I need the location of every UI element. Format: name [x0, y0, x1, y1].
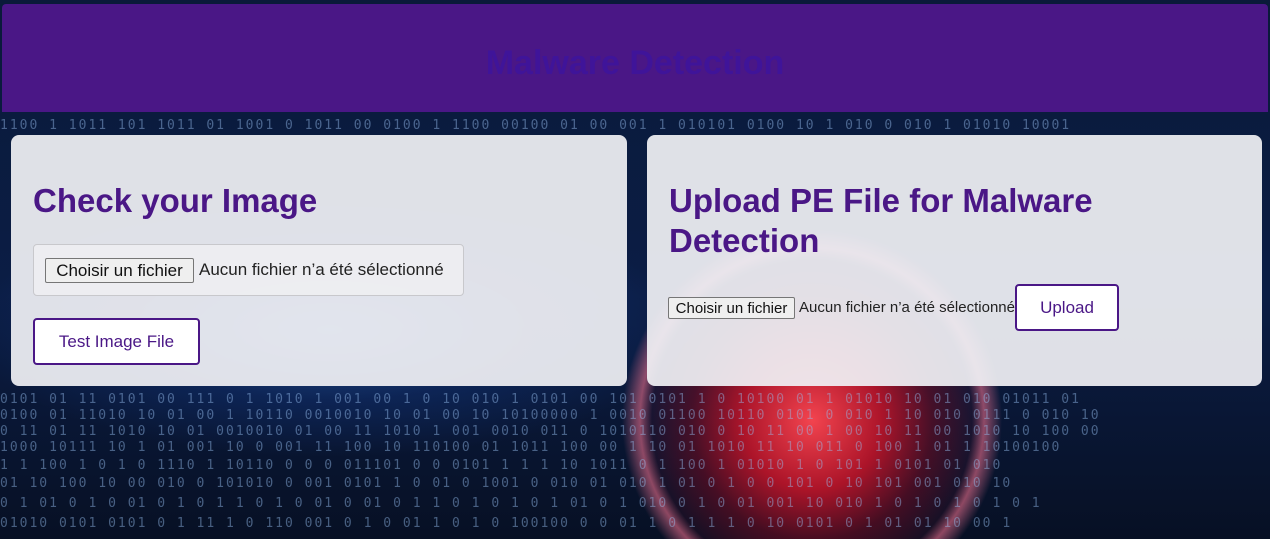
- test-image-file-button[interactable]: Test Image File: [33, 318, 200, 365]
- upload-button[interactable]: Upload: [1015, 284, 1119, 331]
- binary-row-9: 01010 0101 0101 0 1 11 1 0 110 001 0 1 0…: [0, 516, 1013, 531]
- image-check-card: Check your Image Choisir un fichier Aucu…: [11, 135, 627, 386]
- pe-card-title: Upload PE File for Malware Detection: [669, 182, 1093, 259]
- image-file-status: Aucun fichier n’a été sélectionné: [199, 260, 444, 279]
- image-file-input[interactable]: Choisir un fichier Aucun fichier n’a été…: [33, 244, 464, 296]
- page-title: Malware Detection: [485, 44, 785, 82]
- image-card-title: Check your Image: [33, 182, 318, 219]
- binary-row-2: 0101 01 11 0101 00 111 0 1 1010 1 001 00…: [0, 392, 1081, 407]
- pe-upload-card: Upload PE File for Malware Detection Cho…: [647, 135, 1262, 386]
- binary-row-6: 1 1 100 1 0 1 0 1110 1 10110 0 0 0 01110…: [0, 458, 1003, 473]
- binary-row-1: 1100 1 1011 101 1011 01 1001 0 1011 00 0…: [0, 118, 1072, 133]
- binary-row-4: 0 11 01 11 1010 10 01 0010010 01 00 11 1…: [0, 424, 1101, 439]
- binary-row-5: 1000 10111 10 1 01 001 10 0 001 11 100 1…: [0, 440, 1062, 455]
- binary-row-8: 0 1 01 0 1 0 01 0 1 0 1 1 0 1 0 01 0 01 …: [0, 496, 1042, 511]
- binary-row-7: 01 10 100 10 00 010 0 101010 0 001 0101 …: [0, 476, 1013, 491]
- page-header: Malware Detection: [2, 4, 1268, 112]
- choose-image-file-button[interactable]: Choisir un fichier: [45, 258, 194, 283]
- choose-pe-file-button[interactable]: Choisir un fichier: [668, 297, 795, 319]
- pe-file-status: Aucun fichier n’a été sélectionné: [799, 299, 1015, 316]
- binary-row-3: 0100 01 11010 10 01 00 1 10110 0010010 1…: [0, 408, 1101, 423]
